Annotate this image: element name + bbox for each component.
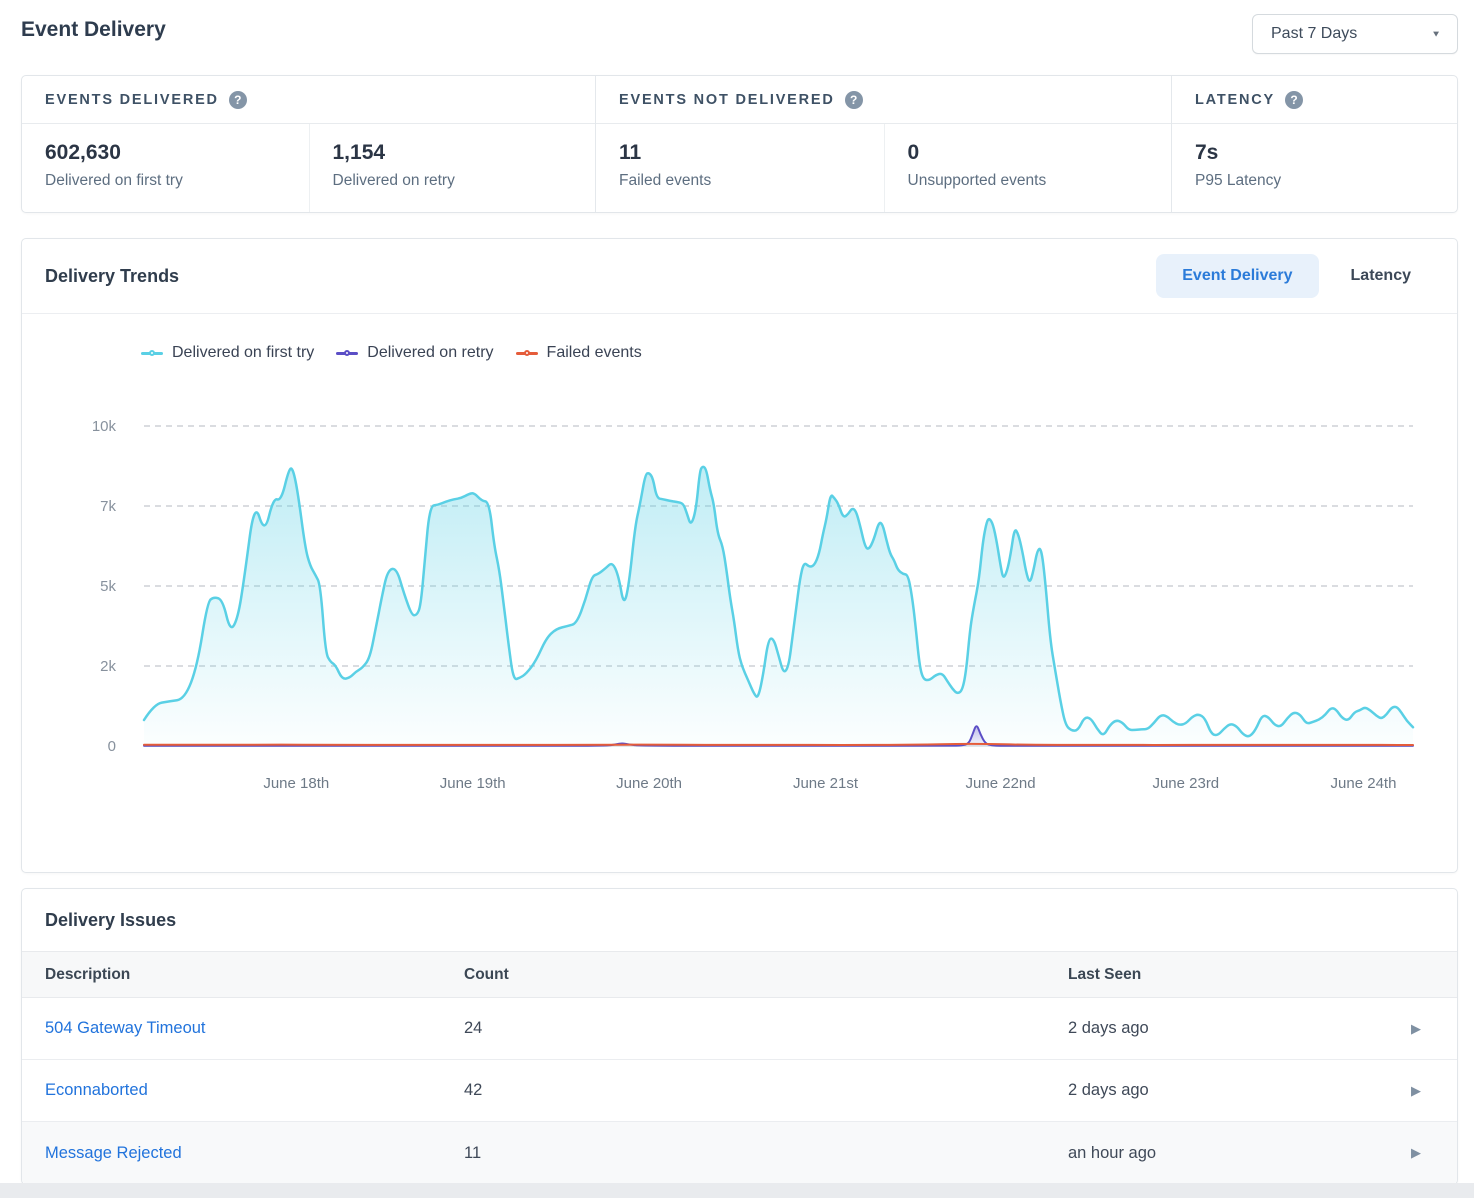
svg-text:June 23rd: June 23rd — [1152, 775, 1219, 792]
chevron-right-icon[interactable]: ▶ — [1397, 1145, 1457, 1161]
help-icon[interactable]: ? — [1285, 91, 1303, 109]
chevron-down-icon: ▼ — [1431, 29, 1441, 38]
stat-label: P95 Latency — [1195, 172, 1434, 190]
stat-value: 0 — [908, 141, 1149, 165]
stat-section-events-not-delivered: EVENTS NOT DELIVERED ? 11 Failed events … — [595, 76, 1171, 212]
svg-text:June 22nd: June 22nd — [966, 775, 1036, 792]
legend-swatch-failed-icon — [516, 352, 538, 355]
trends-tabs: Event Delivery Latency — [1156, 254, 1437, 298]
issue-count: 11 — [441, 1144, 1045, 1163]
trends-title: Delivery Trends — [45, 266, 179, 287]
topbar: Event Delivery Past 7 Days ▼ — [0, 0, 1474, 62]
legend-swatch-retry-icon — [336, 352, 358, 355]
delivery-issues-card: Delivery Issues Description Count Last S… — [21, 888, 1458, 1185]
legend-label: Failed events — [547, 344, 642, 362]
help-icon[interactable]: ? — [229, 91, 247, 109]
stat-section-header: EVENTS DELIVERED ? — [22, 76, 595, 124]
svg-text:June 19th: June 19th — [440, 775, 506, 792]
stat-section-header: LATENCY ? — [1172, 76, 1457, 124]
svg-text:2k: 2k — [100, 658, 116, 675]
legend-item-failed: Failed events — [516, 344, 642, 362]
tab-event-delivery[interactable]: Event Delivery — [1156, 254, 1318, 298]
stat-delivered-first-try: 602,630 Delivered on first try — [22, 124, 309, 212]
issue-count: 42 — [441, 1081, 1045, 1100]
stat-header-label: EVENTS NOT DELIVERED — [619, 92, 835, 108]
stats-card: EVENTS DELIVERED ? 602,630 Delivered on … — [21, 75, 1458, 213]
issue-last-seen: 2 days ago — [1045, 1081, 1397, 1100]
stat-cells: 11 Failed events 0 Unsupported events — [596, 124, 1171, 212]
column-header-last-seen: Last Seen — [1045, 966, 1397, 984]
stat-p95-latency: 7s P95 Latency — [1172, 124, 1457, 212]
chart-legend: Delivered on first try Delivered on retr… — [141, 342, 1457, 364]
svg-text:June 18th: June 18th — [263, 775, 329, 792]
table-row[interactable]: Econnaborted 42 2 days ago ▶ — [22, 1060, 1457, 1122]
stat-value: 602,630 — [45, 141, 286, 165]
stat-unsupported-events: 0 Unsupported events — [884, 124, 1172, 212]
svg-text:June 21st: June 21st — [793, 775, 859, 792]
page-title: Event Delivery — [21, 14, 166, 42]
stat-value: 11 — [619, 141, 861, 165]
chevron-right-icon[interactable]: ▶ — [1397, 1083, 1457, 1099]
legend-swatch-first-try-icon — [141, 352, 163, 355]
time-range-value: Past 7 Days — [1271, 25, 1357, 43]
issue-link[interactable]: Message Rejected — [45, 1144, 182, 1162]
delivery-trends-card: Delivery Trends Event Delivery Latency D… — [21, 238, 1458, 873]
issues-title-row: Delivery Issues — [22, 889, 1457, 951]
stat-section-latency: LATENCY ? 7s P95 Latency — [1171, 76, 1457, 212]
stat-header-label: LATENCY — [1195, 92, 1275, 108]
issue-link[interactable]: 504 Gateway Timeout — [45, 1019, 206, 1037]
tab-latency[interactable]: Latency — [1325, 254, 1437, 298]
issues-title: Delivery Issues — [45, 910, 176, 931]
legend-item-retry: Delivered on retry — [336, 344, 493, 362]
stat-delivered-on-retry: 1,154 Delivered on retry — [309, 124, 596, 212]
svg-text:7k: 7k — [100, 498, 116, 515]
issue-count: 24 — [441, 1019, 1045, 1038]
stat-failed-events: 11 Failed events — [596, 124, 884, 212]
issue-last-seen: an hour ago — [1045, 1144, 1397, 1163]
stat-section-events-delivered: EVENTS DELIVERED ? 602,630 Delivered on … — [22, 76, 595, 212]
column-header-count: Count — [441, 966, 1045, 984]
delivery-trends-chart: 10k 7k 5k 2k 0 June 18th June 19th June 20th Jun… — [22, 376, 1459, 806]
stat-label: Delivered on retry — [333, 172, 573, 190]
svg-text:0: 0 — [108, 738, 116, 755]
chevron-right-icon[interactable]: ▶ — [1397, 1021, 1457, 1037]
stat-label: Failed events — [619, 172, 861, 190]
issues-table-header: Description Count Last Seen — [22, 951, 1457, 998]
time-range-dropdown[interactable]: Past 7 Days ▼ — [1252, 14, 1458, 54]
help-icon[interactable]: ? — [845, 91, 863, 109]
svg-text:10k: 10k — [92, 418, 117, 435]
legend-label: Delivered on first try — [172, 344, 314, 362]
stat-cells: 7s P95 Latency — [1172, 124, 1457, 212]
event-delivery-page: Event Delivery Past 7 Days ▼ EVENTS DELI… — [0, 0, 1474, 1198]
table-row[interactable]: 504 Gateway Timeout 24 2 days ago ▶ — [22, 998, 1457, 1060]
column-header-description: Description — [22, 966, 441, 984]
svg-text:June 24th: June 24th — [1331, 775, 1397, 792]
stat-label: Unsupported events — [908, 172, 1149, 190]
stat-label: Delivered on first try — [45, 172, 286, 190]
page-bottom-strip — [0, 1183, 1474, 1198]
issue-last-seen: 2 days ago — [1045, 1019, 1397, 1038]
legend-label: Delivered on retry — [367, 344, 493, 362]
table-row[interactable]: Message Rejected 11 an hour ago ▶ — [22, 1122, 1457, 1184]
legend-item-first-try: Delivered on first try — [141, 344, 314, 362]
issue-link[interactable]: Econnaborted — [45, 1081, 148, 1099]
stat-value: 7s — [1195, 141, 1434, 165]
trends-header: Delivery Trends Event Delivery Latency — [22, 239, 1457, 314]
svg-text:5k: 5k — [100, 578, 116, 595]
svg-text:June 20th: June 20th — [616, 775, 682, 792]
stat-cells: 602,630 Delivered on first try 1,154 Del… — [22, 124, 595, 212]
stat-section-header: EVENTS NOT DELIVERED ? — [596, 76, 1171, 124]
stat-value: 1,154 — [333, 141, 573, 165]
stat-header-label: EVENTS DELIVERED — [45, 92, 219, 108]
